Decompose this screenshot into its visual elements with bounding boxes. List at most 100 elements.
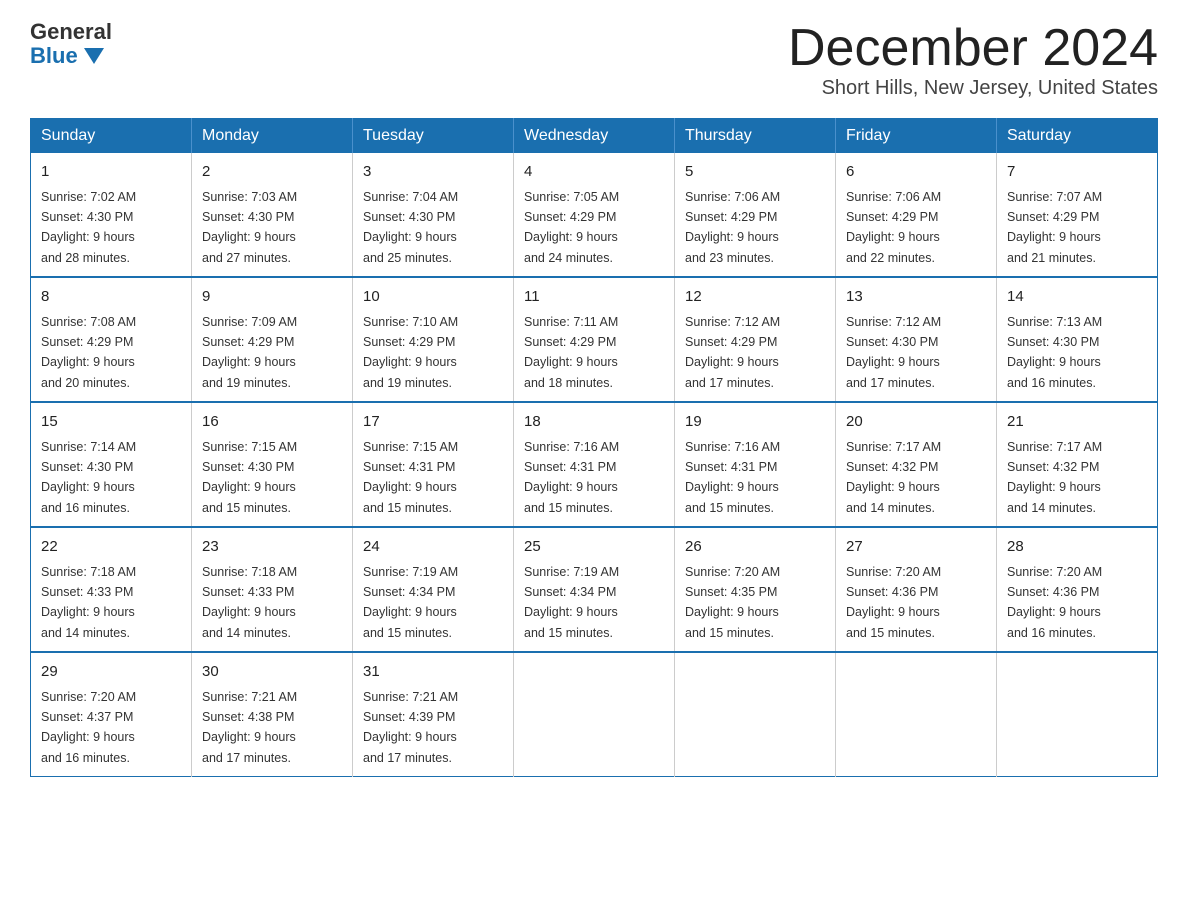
day-number: 17 bbox=[363, 411, 503, 434]
calendar-table: Sunday Monday Tuesday Wednesday Thursday… bbox=[30, 118, 1158, 777]
day-number: 3 bbox=[363, 161, 503, 184]
calendar-cell: 21 Sunrise: 7:17 AMSunset: 4:32 PMDaylig… bbox=[997, 402, 1158, 527]
day-detail: Sunrise: 7:13 AMSunset: 4:30 PMDaylight:… bbox=[1007, 315, 1102, 390]
header-monday: Monday bbox=[192, 119, 353, 154]
day-detail: Sunrise: 7:21 AMSunset: 4:38 PMDaylight:… bbox=[202, 690, 297, 765]
calendar-cell: 9 Sunrise: 7:09 AMSunset: 4:29 PMDayligh… bbox=[192, 277, 353, 402]
calendar-cell: 14 Sunrise: 7:13 AMSunset: 4:30 PMDaylig… bbox=[997, 277, 1158, 402]
day-detail: Sunrise: 7:20 AMSunset: 4:36 PMDaylight:… bbox=[846, 565, 941, 640]
day-number: 28 bbox=[1007, 536, 1147, 559]
calendar-week-row: 8 Sunrise: 7:08 AMSunset: 4:29 PMDayligh… bbox=[31, 277, 1158, 402]
day-detail: Sunrise: 7:06 AMSunset: 4:29 PMDaylight:… bbox=[846, 190, 941, 265]
day-number: 16 bbox=[202, 411, 342, 434]
calendar-cell: 4 Sunrise: 7:05 AMSunset: 4:29 PMDayligh… bbox=[514, 153, 675, 277]
calendar-week-row: 15 Sunrise: 7:14 AMSunset: 4:30 PMDaylig… bbox=[31, 402, 1158, 527]
location-title: Short Hills, New Jersey, United States bbox=[788, 77, 1158, 100]
calendar-cell: 19 Sunrise: 7:16 AMSunset: 4:31 PMDaylig… bbox=[675, 402, 836, 527]
calendar-cell: 30 Sunrise: 7:21 AMSunset: 4:38 PMDaylig… bbox=[192, 652, 353, 777]
calendar-cell bbox=[514, 652, 675, 777]
day-number: 26 bbox=[685, 536, 825, 559]
header-sunday: Sunday bbox=[31, 119, 192, 154]
calendar-cell bbox=[675, 652, 836, 777]
day-detail: Sunrise: 7:15 AMSunset: 4:30 PMDaylight:… bbox=[202, 440, 297, 515]
day-number: 30 bbox=[202, 661, 342, 684]
day-detail: Sunrise: 7:12 AMSunset: 4:30 PMDaylight:… bbox=[846, 315, 941, 390]
day-number: 20 bbox=[846, 411, 986, 434]
page-header: General Blue December 2024 Short Hills, … bbox=[30, 20, 1158, 100]
calendar-cell: 16 Sunrise: 7:15 AMSunset: 4:30 PMDaylig… bbox=[192, 402, 353, 527]
calendar-cell bbox=[997, 652, 1158, 777]
day-number: 19 bbox=[685, 411, 825, 434]
day-detail: Sunrise: 7:15 AMSunset: 4:31 PMDaylight:… bbox=[363, 440, 458, 515]
calendar-cell: 12 Sunrise: 7:12 AMSunset: 4:29 PMDaylig… bbox=[675, 277, 836, 402]
day-number: 31 bbox=[363, 661, 503, 684]
calendar-cell: 20 Sunrise: 7:17 AMSunset: 4:32 PMDaylig… bbox=[836, 402, 997, 527]
day-detail: Sunrise: 7:12 AMSunset: 4:29 PMDaylight:… bbox=[685, 315, 780, 390]
day-number: 10 bbox=[363, 286, 503, 309]
day-detail: Sunrise: 7:08 AMSunset: 4:29 PMDaylight:… bbox=[41, 315, 136, 390]
day-number: 12 bbox=[685, 286, 825, 309]
day-number: 5 bbox=[685, 161, 825, 184]
day-detail: Sunrise: 7:14 AMSunset: 4:30 PMDaylight:… bbox=[41, 440, 136, 515]
calendar-cell: 17 Sunrise: 7:15 AMSunset: 4:31 PMDaylig… bbox=[353, 402, 514, 527]
logo-triangle-icon bbox=[84, 48, 104, 64]
day-detail: Sunrise: 7:07 AMSunset: 4:29 PMDaylight:… bbox=[1007, 190, 1102, 265]
calendar-cell: 25 Sunrise: 7:19 AMSunset: 4:34 PMDaylig… bbox=[514, 527, 675, 652]
day-number: 1 bbox=[41, 161, 181, 184]
header-friday: Friday bbox=[836, 119, 997, 154]
calendar-cell: 3 Sunrise: 7:04 AMSunset: 4:30 PMDayligh… bbox=[353, 153, 514, 277]
day-number: 11 bbox=[524, 286, 664, 309]
calendar-cell: 23 Sunrise: 7:18 AMSunset: 4:33 PMDaylig… bbox=[192, 527, 353, 652]
day-detail: Sunrise: 7:05 AMSunset: 4:29 PMDaylight:… bbox=[524, 190, 619, 265]
day-number: 29 bbox=[41, 661, 181, 684]
calendar-cell: 27 Sunrise: 7:20 AMSunset: 4:36 PMDaylig… bbox=[836, 527, 997, 652]
day-number: 4 bbox=[524, 161, 664, 184]
calendar-cell: 13 Sunrise: 7:12 AMSunset: 4:30 PMDaylig… bbox=[836, 277, 997, 402]
logo-blue-text: Blue bbox=[30, 44, 78, 68]
calendar-cell: 5 Sunrise: 7:06 AMSunset: 4:29 PMDayligh… bbox=[675, 153, 836, 277]
day-number: 13 bbox=[846, 286, 986, 309]
calendar-cell: 6 Sunrise: 7:06 AMSunset: 4:29 PMDayligh… bbox=[836, 153, 997, 277]
day-detail: Sunrise: 7:17 AMSunset: 4:32 PMDaylight:… bbox=[1007, 440, 1102, 515]
day-detail: Sunrise: 7:19 AMSunset: 4:34 PMDaylight:… bbox=[363, 565, 458, 640]
header-saturday: Saturday bbox=[997, 119, 1158, 154]
day-detail: Sunrise: 7:10 AMSunset: 4:29 PMDaylight:… bbox=[363, 315, 458, 390]
day-number: 9 bbox=[202, 286, 342, 309]
calendar-week-row: 29 Sunrise: 7:20 AMSunset: 4:37 PMDaylig… bbox=[31, 652, 1158, 777]
day-number: 6 bbox=[846, 161, 986, 184]
day-detail: Sunrise: 7:17 AMSunset: 4:32 PMDaylight:… bbox=[846, 440, 941, 515]
header-tuesday: Tuesday bbox=[353, 119, 514, 154]
day-detail: Sunrise: 7:16 AMSunset: 4:31 PMDaylight:… bbox=[685, 440, 780, 515]
day-number: 7 bbox=[1007, 161, 1147, 184]
header-thursday: Thursday bbox=[675, 119, 836, 154]
calendar-cell: 24 Sunrise: 7:19 AMSunset: 4:34 PMDaylig… bbox=[353, 527, 514, 652]
calendar-cell bbox=[836, 652, 997, 777]
day-number: 22 bbox=[41, 536, 181, 559]
day-number: 27 bbox=[846, 536, 986, 559]
day-detail: Sunrise: 7:04 AMSunset: 4:30 PMDaylight:… bbox=[363, 190, 458, 265]
day-detail: Sunrise: 7:21 AMSunset: 4:39 PMDaylight:… bbox=[363, 690, 458, 765]
calendar-week-row: 1 Sunrise: 7:02 AMSunset: 4:30 PMDayligh… bbox=[31, 153, 1158, 277]
calendar-header: Sunday Monday Tuesday Wednesday Thursday… bbox=[31, 119, 1158, 154]
calendar-cell: 28 Sunrise: 7:20 AMSunset: 4:36 PMDaylig… bbox=[997, 527, 1158, 652]
calendar-cell: 11 Sunrise: 7:11 AMSunset: 4:29 PMDaylig… bbox=[514, 277, 675, 402]
calendar-cell: 7 Sunrise: 7:07 AMSunset: 4:29 PMDayligh… bbox=[997, 153, 1158, 277]
day-detail: Sunrise: 7:18 AMSunset: 4:33 PMDaylight:… bbox=[202, 565, 297, 640]
calendar-cell: 29 Sunrise: 7:20 AMSunset: 4:37 PMDaylig… bbox=[31, 652, 192, 777]
day-detail: Sunrise: 7:06 AMSunset: 4:29 PMDaylight:… bbox=[685, 190, 780, 265]
calendar-cell: 18 Sunrise: 7:16 AMSunset: 4:31 PMDaylig… bbox=[514, 402, 675, 527]
day-number: 2 bbox=[202, 161, 342, 184]
day-detail: Sunrise: 7:19 AMSunset: 4:34 PMDaylight:… bbox=[524, 565, 619, 640]
logo-blue-section: Blue bbox=[30, 44, 104, 68]
day-detail: Sunrise: 7:03 AMSunset: 4:30 PMDaylight:… bbox=[202, 190, 297, 265]
day-detail: Sunrise: 7:11 AMSunset: 4:29 PMDaylight:… bbox=[524, 315, 618, 390]
day-number: 14 bbox=[1007, 286, 1147, 309]
day-detail: Sunrise: 7:20 AMSunset: 4:35 PMDaylight:… bbox=[685, 565, 780, 640]
day-detail: Sunrise: 7:20 AMSunset: 4:36 PMDaylight:… bbox=[1007, 565, 1102, 640]
day-detail: Sunrise: 7:18 AMSunset: 4:33 PMDaylight:… bbox=[41, 565, 136, 640]
header-wednesday: Wednesday bbox=[514, 119, 675, 154]
day-number: 8 bbox=[41, 286, 181, 309]
calendar-cell: 1 Sunrise: 7:02 AMSunset: 4:30 PMDayligh… bbox=[31, 153, 192, 277]
calendar-cell: 26 Sunrise: 7:20 AMSunset: 4:35 PMDaylig… bbox=[675, 527, 836, 652]
day-detail: Sunrise: 7:09 AMSunset: 4:29 PMDaylight:… bbox=[202, 315, 297, 390]
